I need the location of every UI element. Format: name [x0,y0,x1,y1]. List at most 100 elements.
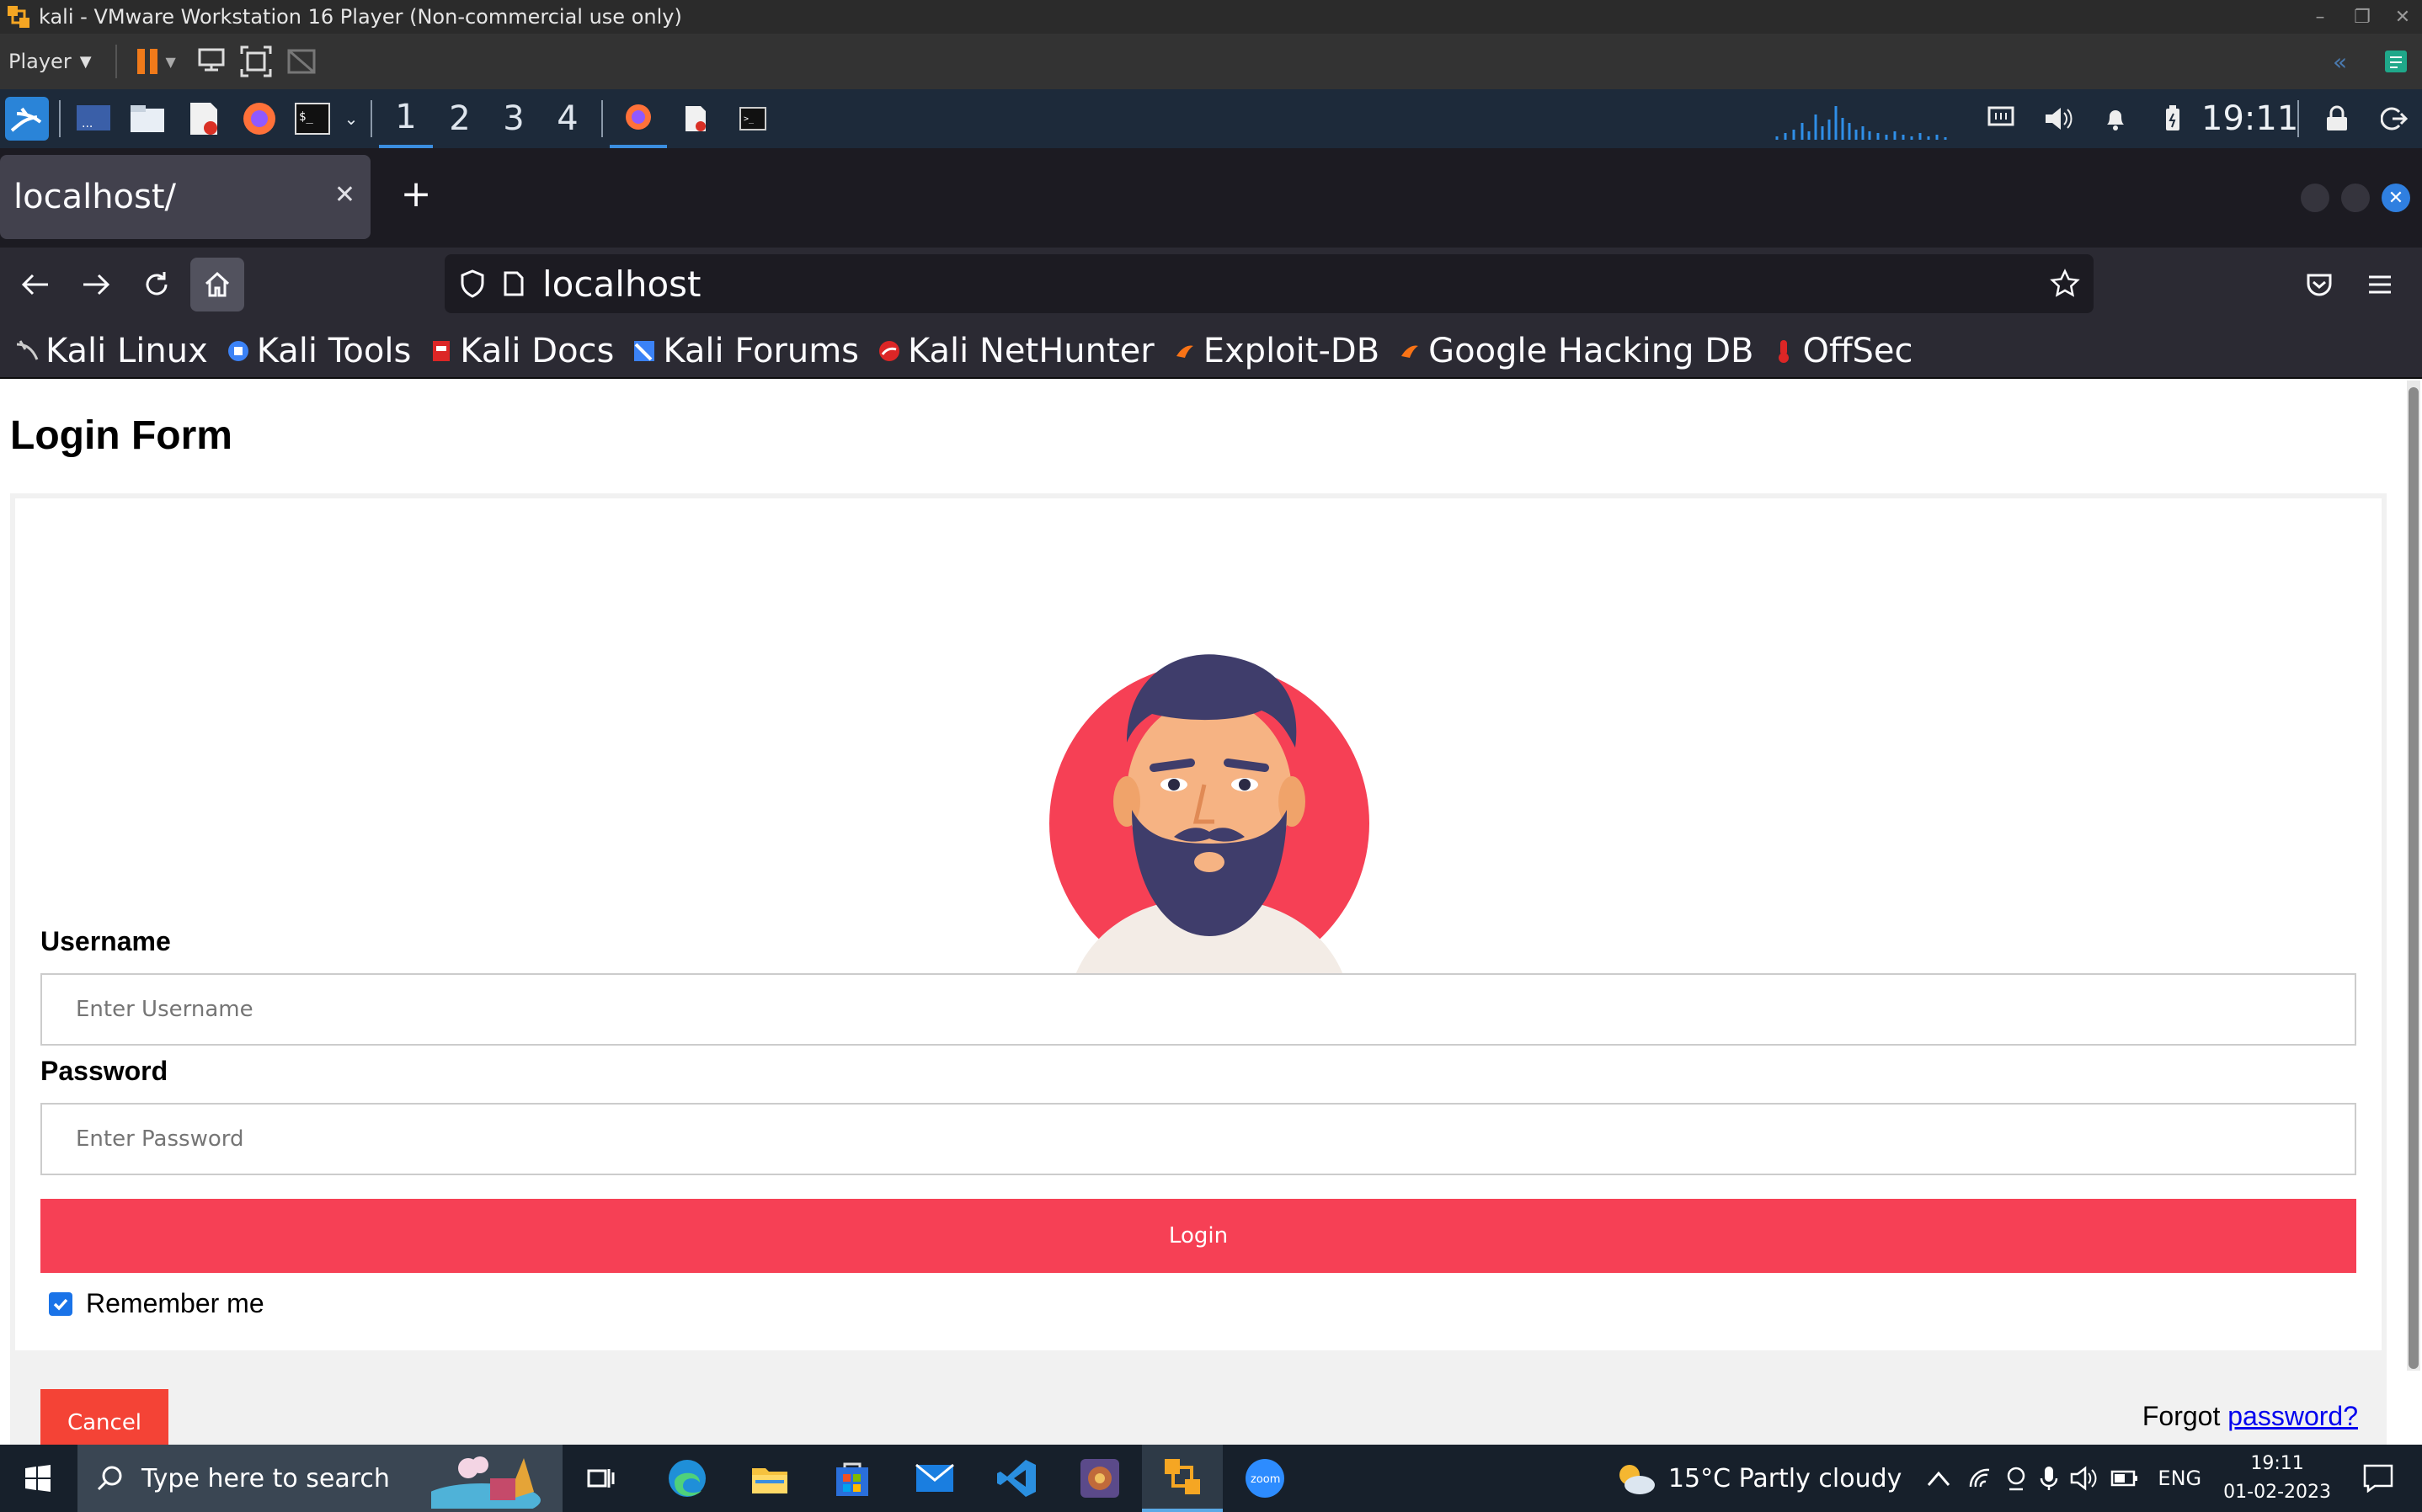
username-input[interactable] [40,973,2356,1046]
maximize-window-button[interactable] [2341,184,2370,212]
restore-icon[interactable]: ❐ [2341,0,2383,34]
vmware-icon[interactable] [1142,1445,1223,1512]
bookmark-label: Kali Forums [663,332,860,370]
file-manager-icon[interactable] [120,89,175,148]
reload-icon[interactable] [130,258,184,311]
volume-icon[interactable] [2038,89,2078,148]
bookmark-label: Kali NetHunter [908,332,1155,370]
action-center-icon[interactable] [2363,1464,2393,1493]
file-explorer-icon[interactable] [729,1445,810,1512]
kali-tools-icon [227,339,250,363]
weather-text[interactable]: 15°C Partly cloudy [1668,1464,1902,1493]
fullscreen-icon[interactable] [240,34,272,89]
tab-title: localhost/ [13,178,177,216]
terminal-icon[interactable]: $_ [286,89,339,148]
divider [2297,100,2299,137]
kali-menu-icon[interactable] [2,89,52,148]
menu-icon[interactable] [2353,258,2407,311]
taskbar-time: 19:11 [2250,1453,2304,1474]
taskbar-terminal-window[interactable]: >_ [724,89,782,148]
windows-start-icon[interactable] [0,1445,76,1512]
vmware-toolbar: Player ▼ ▼ « [0,34,2422,89]
forgot-prefix: Forgot [2142,1401,2228,1431]
minimize-icon[interactable]: – [2299,0,2341,34]
remember-me-checkbox[interactable] [49,1291,72,1316]
url-bar[interactable]: localhost [445,254,2094,313]
password-input[interactable] [40,1103,2356,1175]
workspace-3[interactable]: 3 [487,89,541,148]
store-icon[interactable] [812,1445,893,1512]
workspace-1[interactable]: 1 [379,89,433,148]
new-tab-button[interactable]: + [391,168,441,219]
battery-icon[interactable] [2153,89,2193,148]
panel-clock[interactable]: 19:11 [2201,89,2298,148]
bookmark-kali-forums[interactable]: Kali Forums [632,332,859,370]
close-tab-icon[interactable]: ✕ [334,180,355,210]
bookmark-exploit-db[interactable]: Exploit-DB [1173,332,1379,370]
bookmark-offsec[interactable]: OffSec [1772,332,1913,370]
forgot-password-link[interactable]: password? [2227,1401,2358,1431]
browser-nav-bar: localhost [0,248,2422,325]
home-icon[interactable] [190,258,244,311]
lock-icon[interactable] [2316,89,2358,148]
page-viewport: Login Form Username Enter Username Passw… [0,379,2422,1445]
remember-me[interactable]: Remember me [49,1288,264,1319]
show-desktop-icon[interactable]: ... [67,89,120,148]
edge-icon[interactable] [647,1445,728,1512]
taskbar-clock[interactable]: 19:11 01-02-2023 [2223,1450,2331,1507]
task-view-icon[interactable] [561,1445,642,1512]
zoom-icon[interactable]: zoom [1224,1445,1305,1512]
text-editor-icon[interactable] [175,89,232,148]
notes-icon[interactable] [2383,34,2409,89]
taskbar-firefox-window[interactable] [610,89,667,148]
bookmark-star-icon[interactable] [2050,269,2080,299]
network-icon[interactable] [1981,89,2021,148]
send-ctrl-alt-del-icon[interactable] [196,34,227,89]
pocket-icon[interactable] [2292,258,2346,311]
page-info-icon[interactable] [504,271,524,296]
firefox-icon[interactable] [232,89,286,148]
bookmark-label: Kali Linux [45,332,208,370]
chevron-up-icon[interactable] [1927,1470,1950,1487]
close-icon[interactable]: ✕ [2382,0,2422,34]
nethunter-icon [878,339,901,363]
scrollbar-thumb[interactable] [2409,387,2419,1369]
taskbar-editor-window[interactable] [667,89,724,148]
username-label: Username [40,926,171,956]
wifi-icon[interactable] [1967,1467,1993,1490]
workspace-4[interactable]: 4 [541,89,595,148]
bookmark-kali-nethunter[interactable]: Kali NetHunter [878,332,1155,370]
battery-status-icon[interactable] [2110,1470,2139,1487]
divider [371,100,372,137]
collapse-icon[interactable]: « [2333,34,2347,89]
password-label: Password [40,1056,168,1086]
pause-icon[interactable]: ▼ [136,34,176,89]
tab-localhost[interactable]: localhost/ ✕ [0,155,371,239]
minimize-window-button[interactable] [2301,184,2329,212]
bookmark-kali-tools[interactable]: Kali Tools [227,332,411,370]
bookmark-kali-docs[interactable]: Kali Docs [429,332,614,370]
speaker-icon[interactable] [2070,1466,2099,1491]
forward-icon[interactable] [69,258,123,311]
back-icon[interactable] [8,258,62,311]
vscode-icon[interactable] [977,1445,1058,1512]
login-button[interactable]: Login [40,1199,2356,1273]
taskbar-search[interactable]: Type here to search [77,1445,563,1512]
ghdb-icon [1398,339,1422,363]
notifications-icon[interactable] [2097,89,2134,148]
player-menu[interactable]: Player ▼ [8,34,92,89]
bookmark-google-hacking-db[interactable]: Google Hacking DB [1398,332,1753,370]
microphone-icon[interactable] [2040,1465,2058,1492]
language-indicator[interactable]: ENG [2158,1467,2201,1490]
chevron-down-icon[interactable]: ⌄ [339,89,364,148]
unity-icon[interactable] [285,34,317,89]
bookmark-kali-linux[interactable]: Kali Linux [15,332,208,370]
search-highlight-icon [431,1450,557,1509]
mail-icon[interactable] [894,1445,975,1512]
logout-icon[interactable] [2373,89,2415,148]
shield-icon[interactable] [460,269,485,298]
close-window-button[interactable]: ✕ [2382,184,2410,212]
workspace-2[interactable]: 2 [433,89,487,148]
webcam-icon[interactable] [2004,1466,2028,1491]
app-icon[interactable] [1059,1445,1140,1512]
